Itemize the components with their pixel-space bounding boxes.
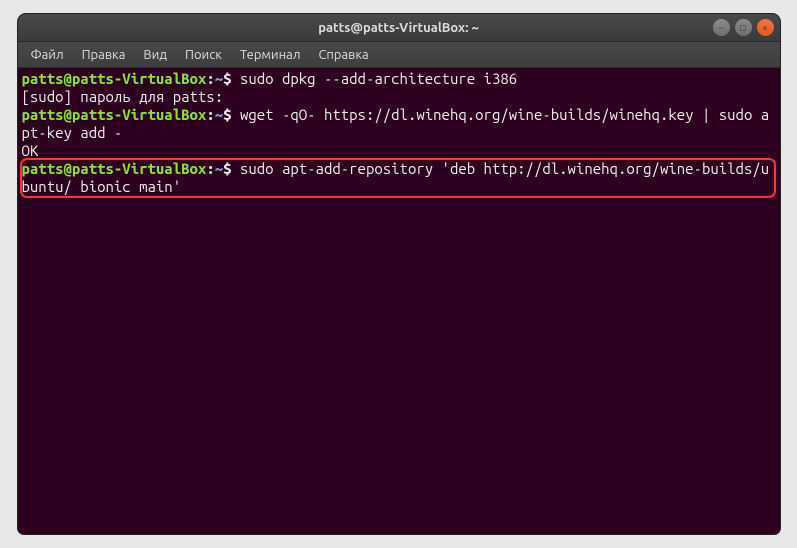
prompt-sep: : [206, 106, 214, 123]
prompt-end: $ [223, 70, 240, 87]
menu-file[interactable]: Файл [22, 46, 73, 64]
terminal-output[interactable]: patts@patts-VirtualBox:~$ sudo dpkg --ad… [18, 68, 780, 534]
menu-search[interactable]: Поиск [176, 46, 231, 64]
prompt-dir: ~ [215, 70, 223, 87]
prompt-sep: : [206, 160, 214, 177]
menubar: Файл Правка Вид Поиск Терминал Справка [18, 42, 780, 68]
menu-terminal[interactable]: Терминал [231, 46, 309, 64]
minimize-button[interactable]: − [713, 19, 730, 36]
close-button[interactable]: × [757, 19, 774, 36]
minimize-icon: − [718, 22, 724, 33]
prompt-dir: ~ [215, 106, 223, 123]
prompt-user: patts@patts-VirtualBox [22, 70, 207, 87]
menu-help[interactable]: Справка [309, 46, 377, 64]
prompt-user: patts@patts-VirtualBox [22, 160, 207, 177]
prompt-sep: : [206, 70, 214, 87]
maximize-button[interactable]: □ [735, 19, 752, 36]
maximize-icon: □ [740, 22, 746, 34]
terminal-window: patts@patts-VirtualBox: ~ − □ × Файл Пра… [18, 14, 780, 534]
prompt-end: $ [223, 106, 240, 123]
titlebar[interactable]: patts@patts-VirtualBox: ~ − □ × [18, 14, 780, 42]
prompt-user: patts@patts-VirtualBox [22, 106, 207, 123]
close-icon: × [762, 22, 768, 33]
output-line-sudo: [sudo] пароль для patts: [22, 88, 224, 105]
window-title: patts@patts-VirtualBox: ~ [318, 21, 479, 35]
command-1: sudo dpkg --add-architecture i386 [240, 70, 517, 87]
prompt-end: $ [223, 160, 240, 177]
menu-view[interactable]: Вид [134, 46, 176, 64]
window-controls: − □ × [713, 19, 774, 36]
menu-edit[interactable]: Правка [73, 46, 135, 64]
prompt-dir: ~ [215, 160, 223, 177]
output-line-ok: OK [22, 142, 39, 159]
